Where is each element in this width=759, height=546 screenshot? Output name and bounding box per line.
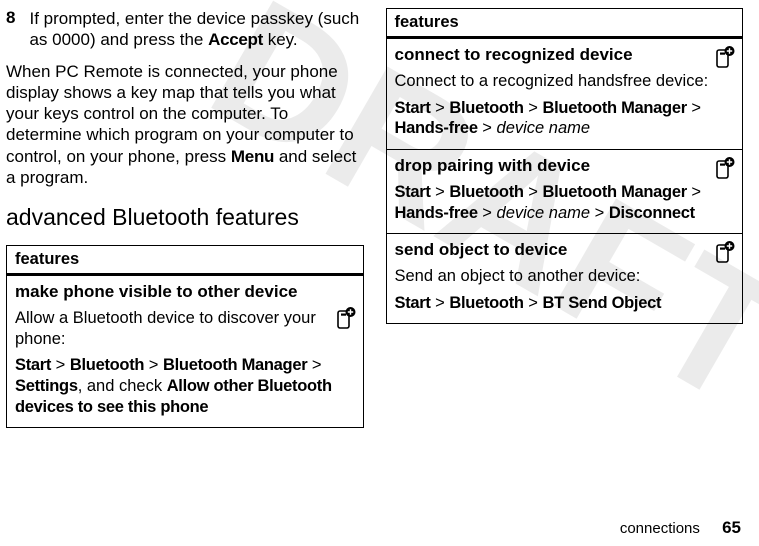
features-table-right: features connect to recognized device Co… xyxy=(386,8,744,324)
feature-send-title: send object to device xyxy=(395,240,735,260)
bluetooth-plus-icon xyxy=(710,156,736,182)
feature-drop-cell: drop pairing with device Start > Bluetoo… xyxy=(387,149,743,233)
sep: > xyxy=(524,183,543,201)
sep: > xyxy=(431,183,450,201)
sep: > xyxy=(307,356,321,374)
sep: > xyxy=(478,204,497,222)
sep: > xyxy=(51,356,70,374)
p2-start: Start xyxy=(395,99,431,117)
section-heading: advanced Bluetooth features xyxy=(6,204,362,231)
feature-visible-body: Allow a Bluetooth device to discover you… xyxy=(15,308,355,417)
features-header: features xyxy=(7,246,363,275)
step-text-b: key. xyxy=(263,30,298,49)
bluetooth-plus-icon xyxy=(710,240,736,266)
footer-section: connections xyxy=(620,520,700,537)
p3-disc: Disconnect xyxy=(609,204,695,222)
path-bt: Bluetooth xyxy=(70,356,144,374)
page-footer: connections 65 xyxy=(620,518,741,538)
sep: > xyxy=(524,99,543,117)
feature-send-cell: send object to device Send an object to … xyxy=(387,233,743,323)
step-number: 8 xyxy=(6,8,15,28)
pc-remote-paragraph: When PC Remote is connected, your phone … xyxy=(6,61,362,189)
tail: , and check xyxy=(78,377,167,395)
path-mgr: Bluetooth Manager xyxy=(163,356,307,374)
features-table-left: features make phone visible to other dev… xyxy=(6,245,364,428)
path-settings: Settings xyxy=(15,377,78,395)
menu-key: Menu xyxy=(231,147,274,166)
p3-bt: Bluetooth xyxy=(449,183,523,201)
page-content: 8 If prompted, enter the device passkey … xyxy=(0,0,759,428)
left-column: 8 If prompted, enter the device passkey … xyxy=(6,8,362,428)
p3-mgr: Bluetooth Manager xyxy=(543,183,687,201)
sep: > xyxy=(431,99,450,117)
p2-mgr: Bluetooth Manager xyxy=(543,99,687,117)
bluetooth-plus-icon xyxy=(331,306,357,332)
p2-hf: Hands-free xyxy=(395,119,478,137)
feature-connect-title: connect to recognized device xyxy=(395,45,735,65)
sep: > xyxy=(478,119,497,137)
feature-connect-cell: connect to recognized device Connect to … xyxy=(387,38,743,149)
feature-visible-cell: make phone visible to other device Allow… xyxy=(7,275,363,427)
p4-start: Start xyxy=(395,294,431,312)
sep: > xyxy=(590,204,609,222)
p3-hf: Hands-free xyxy=(395,204,478,222)
path-start: Start xyxy=(15,356,51,374)
feature-connect-body: Connect to a recognized handsfree device… xyxy=(395,71,735,139)
accept-key: Accept xyxy=(208,30,263,49)
feature-drop-title: drop pairing with device xyxy=(395,156,735,176)
sep: > xyxy=(687,183,701,201)
p2-dn: device name xyxy=(497,119,591,137)
sep: > xyxy=(144,356,163,374)
sep: > xyxy=(431,294,450,312)
sep: > xyxy=(687,99,701,117)
p3-start: Start xyxy=(395,183,431,201)
feat2-body-text: Connect to a recognized handsfree device… xyxy=(395,72,709,90)
features-header-right: features xyxy=(387,9,743,38)
feature-visible-title: make phone visible to other device xyxy=(15,282,355,302)
page-number: 65 xyxy=(722,518,741,537)
feature-send-body: Send an object to another device: Start … xyxy=(395,266,735,313)
sep: > xyxy=(524,294,543,312)
p2-bt: Bluetooth xyxy=(449,99,523,117)
step-8-row: 8 If prompted, enter the device passkey … xyxy=(6,8,362,51)
feat1-body-text: Allow a Bluetooth device to discover you… xyxy=(15,309,316,348)
p4-send: BT Send Object xyxy=(543,294,662,312)
step-text: If prompted, enter the device passkey (s… xyxy=(29,8,361,51)
p3-dn: device name xyxy=(497,204,591,222)
right-column: features connect to recognized device Co… xyxy=(386,8,742,428)
step-text-a: If prompted, enter the device passkey (s… xyxy=(29,9,359,49)
feature-drop-body: Start > Bluetooth > Bluetooth Manager > … xyxy=(395,182,735,223)
bluetooth-plus-icon xyxy=(710,45,736,71)
p4-bt: Bluetooth xyxy=(449,294,523,312)
feat4-body-text: Send an object to another device: xyxy=(395,267,641,285)
